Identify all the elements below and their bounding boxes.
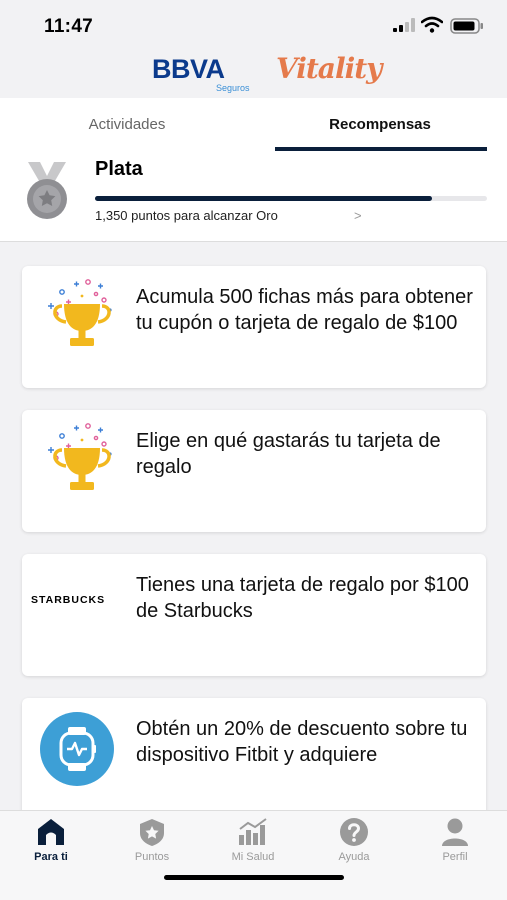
reward-card-text: Acumula 500 fichas más para obtener tu c…	[136, 286, 473, 334]
tab-actividades[interactable]: Actividades	[0, 98, 254, 154]
points-to-next-level: 1,350 puntos para alcanzar Oro	[95, 208, 278, 223]
nav-mi-salud[interactable]: Mi Salud	[213, 817, 293, 863]
trophy-icon	[48, 423, 112, 490]
nav-label: Mi Salud	[231, 851, 275, 863]
star-badge-icon	[140, 819, 164, 846]
bbva-seguros-label: Seguros	[216, 83, 250, 93]
nav-perfil[interactable]: Perfil	[415, 817, 495, 863]
fitbit-watch-icon	[40, 712, 114, 786]
status-bar: 11:47	[0, 0, 507, 50]
nav-para-ti[interactable]: Para ti	[11, 817, 91, 863]
nav-label: Para ti	[34, 851, 68, 863]
level-status-panel[interactable]: Plata 1,350 puntos para alcanzar Oro >	[0, 154, 507, 242]
status-time: 11:47	[44, 16, 94, 37]
home-icon	[38, 819, 64, 845]
reward-card-text: Elige en qué gastarás tu tarjeta de rega…	[136, 430, 441, 478]
home-indicator	[164, 875, 344, 880]
active-tab-indicator	[275, 147, 487, 151]
battery-icon	[450, 18, 483, 34]
vitality-logo: Vitality	[276, 52, 382, 85]
bbva-logo: BBVA	[152, 54, 225, 84]
nav-label: Puntos	[134, 851, 170, 863]
tab-recompensas[interactable]: Recompensas	[253, 98, 507, 154]
bottom-navigation: Para ti Puntos Mi Salud Ayuda Perfil	[0, 810, 507, 900]
silver-medal-icon	[27, 162, 67, 219]
tab-bar: Actividades Recompensas	[0, 98, 507, 154]
help-icon	[340, 818, 368, 846]
wifi-icon	[421, 16, 443, 33]
reward-card-choose-giftcard[interactable]: Elige en qué gastarás tu tarjeta de rega…	[22, 410, 486, 532]
bar-chart-icon	[239, 818, 267, 845]
level-progress-fill	[95, 196, 433, 201]
nav-puntos[interactable]: Puntos	[112, 817, 192, 863]
starbucks-logo: STARBUCKS	[31, 594, 106, 606]
profile-icon	[442, 818, 468, 846]
brand-header: BBVA Seguros Vitality	[0, 50, 507, 98]
trophy-icon	[48, 279, 112, 346]
nav-ayuda[interactable]: Ayuda	[314, 817, 394, 863]
reward-card-fitbit[interactable]: Obtén un 20% de descuento sobre tu dispo…	[22, 698, 486, 823]
nav-label: Ayuda	[338, 851, 370, 863]
reward-card-starbucks[interactable]: STARBUCKS Tienes una tarjeta de regalo p…	[22, 554, 486, 676]
nav-label: Perfil	[442, 851, 468, 863]
level-progress-bar	[95, 196, 487, 201]
cellular-signal-icon	[393, 18, 415, 32]
chevron-right-icon: >	[354, 208, 362, 223]
reward-card-text: Obtén un 20% de descuento sobre tu dispo…	[136, 718, 468, 766]
reward-card-text: Tienes una tarjeta de regalo por $100 de…	[136, 574, 469, 622]
level-name: Plata	[95, 158, 143, 180]
reward-card-tokens[interactable]: Acumula 500 fichas más para obtener tu c…	[22, 266, 486, 388]
